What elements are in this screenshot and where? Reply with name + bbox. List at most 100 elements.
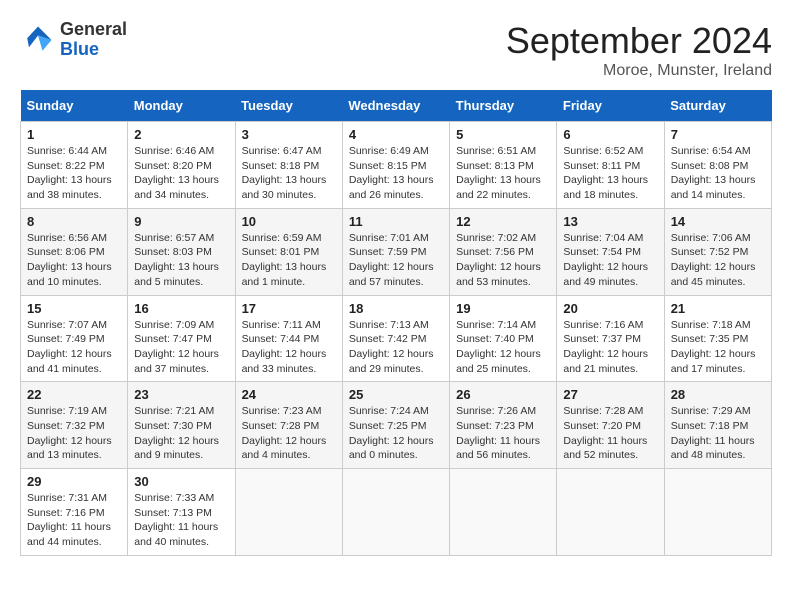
calendar-cell: 20 Sunrise: 7:16 AM Sunset: 7:37 PM Dayli… <box>557 295 664 382</box>
calendar-cell: 23 Sunrise: 7:21 AM Sunset: 7:30 PM Dayli… <box>128 382 235 469</box>
day-info: Sunrise: 7:04 AM Sunset: 7:54 PM Dayligh… <box>563 231 657 290</box>
page-header: General Blue September 2024 Moroe, Munst… <box>20 20 772 80</box>
day-info: Sunrise: 7:02 AM Sunset: 7:56 PM Dayligh… <box>456 231 550 290</box>
header-cell-sunday: Sunday <box>21 90 128 122</box>
day-info: Sunrise: 7:09 AM Sunset: 7:47 PM Dayligh… <box>134 318 228 377</box>
day-number: 27 <box>563 387 657 402</box>
calendar-cell: 22 Sunrise: 7:19 AM Sunset: 7:32 PM Dayli… <box>21 382 128 469</box>
calendar-cell: 1 Sunrise: 6:44 AM Sunset: 8:22 PM Daylig… <box>21 122 128 209</box>
day-info: Sunrise: 7:29 AM Sunset: 7:18 PM Dayligh… <box>671 404 765 463</box>
calendar-cell: 2Sunrise: 6:46 AM Sunset: 8:20 PM Daylig… <box>128 122 235 209</box>
day-info: Sunrise: 7:11 AM Sunset: 7:44 PM Dayligh… <box>242 318 336 377</box>
calendar-cell: 29Sunrise: 7:31 AM Sunset: 7:16 PM Dayli… <box>21 469 128 556</box>
calendar-cell: 10 Sunrise: 6:59 AM Sunset: 8:01 PM Dayli… <box>235 208 342 295</box>
calendar-body: 1 Sunrise: 6:44 AM Sunset: 8:22 PM Daylig… <box>21 122 772 556</box>
calendar-week-3: 15 Sunrise: 7:07 AM Sunset: 7:49 PM Dayli… <box>21 295 772 382</box>
day-info: Sunrise: 6:47 AM Sunset: 8:18 PM Dayligh… <box>242 144 336 203</box>
month-title: September 2024 <box>506 20 772 62</box>
day-info: Sunrise: 7:16 AM Sunset: 7:37 PM Dayligh… <box>563 318 657 377</box>
calendar-cell <box>664 469 771 556</box>
day-number: 25 <box>349 387 443 402</box>
calendar-cell: 6 Sunrise: 6:52 AM Sunset: 8:11 PM Daylig… <box>557 122 664 209</box>
header-cell-saturday: Saturday <box>664 90 771 122</box>
calendar-cell: 3 Sunrise: 6:47 AM Sunset: 8:18 PM Daylig… <box>235 122 342 209</box>
calendar-cell: 4Sunrise: 6:49 AM Sunset: 8:15 PM Daylig… <box>342 122 449 209</box>
day-info: Sunrise: 6:52 AM Sunset: 8:11 PM Dayligh… <box>563 144 657 203</box>
day-info: Sunrise: 7:14 AM Sunset: 7:40 PM Dayligh… <box>456 318 550 377</box>
calendar-week-5: 29Sunrise: 7:31 AM Sunset: 7:16 PM Dayli… <box>21 469 772 556</box>
calendar-cell: 19 Sunrise: 7:14 AM Sunset: 7:40 PM Dayli… <box>450 295 557 382</box>
day-info: Sunrise: 6:44 AM Sunset: 8:22 PM Dayligh… <box>27 144 121 203</box>
day-info: Sunrise: 7:06 AM Sunset: 7:52 PM Dayligh… <box>671 231 765 290</box>
calendar-cell: 24Sunrise: 7:23 AM Sunset: 7:28 PM Dayli… <box>235 382 342 469</box>
header-cell-thursday: Thursday <box>450 90 557 122</box>
day-info: Sunrise: 7:24 AM Sunset: 7:25 PM Dayligh… <box>349 404 443 463</box>
day-info: Sunrise: 7:28 AM Sunset: 7:20 PM Dayligh… <box>563 404 657 463</box>
day-number: 28 <box>671 387 765 402</box>
calendar-cell: 11 Sunrise: 7:01 AM Sunset: 7:59 PM Dayli… <box>342 208 449 295</box>
day-info: Sunrise: 6:59 AM Sunset: 8:01 PM Dayligh… <box>242 231 336 290</box>
day-info: Sunrise: 6:49 AM Sunset: 8:15 PM Dayligh… <box>349 144 443 203</box>
logo: General Blue <box>20 20 127 60</box>
logo-text: General Blue <box>60 20 127 60</box>
day-number: 23 <box>134 387 228 402</box>
calendar-cell <box>342 469 449 556</box>
day-info: Sunrise: 7:21 AM Sunset: 7:30 PM Dayligh… <box>134 404 228 463</box>
calendar-cell <box>235 469 342 556</box>
calendar-cell: 8Sunrise: 6:56 AM Sunset: 8:06 PM Daylig… <box>21 208 128 295</box>
calendar-cell: 30Sunrise: 7:33 AM Sunset: 7:13 PM Dayli… <box>128 469 235 556</box>
day-number: 7 <box>671 127 765 142</box>
header-cell-friday: Friday <box>557 90 664 122</box>
day-number: 12 <box>456 214 550 229</box>
header-cell-tuesday: Tuesday <box>235 90 342 122</box>
day-info: Sunrise: 7:31 AM Sunset: 7:16 PM Dayligh… <box>27 491 121 550</box>
day-number: 21 <box>671 301 765 316</box>
calendar-cell: 17 Sunrise: 7:11 AM Sunset: 7:44 PM Dayli… <box>235 295 342 382</box>
calendar-cell: 9Sunrise: 6:57 AM Sunset: 8:03 PM Daylig… <box>128 208 235 295</box>
day-number: 30 <box>134 474 228 489</box>
day-number: 17 <box>242 301 336 316</box>
calendar-cell: 14 Sunrise: 7:06 AM Sunset: 7:52 PM Dayli… <box>664 208 771 295</box>
calendar-cell: 26 Sunrise: 7:26 AM Sunset: 7:23 PM Dayli… <box>450 382 557 469</box>
calendar-cell: 7 Sunrise: 6:54 AM Sunset: 8:08 PM Daylig… <box>664 122 771 209</box>
calendar-week-2: 8Sunrise: 6:56 AM Sunset: 8:06 PM Daylig… <box>21 208 772 295</box>
day-number: 2 <box>134 127 228 142</box>
day-number: 22 <box>27 387 121 402</box>
day-number: 14 <box>671 214 765 229</box>
day-info: Sunrise: 7:01 AM Sunset: 7:59 PM Dayligh… <box>349 231 443 290</box>
calendar-cell: 27 Sunrise: 7:28 AM Sunset: 7:20 PM Dayli… <box>557 382 664 469</box>
calendar-cell: 25 Sunrise: 7:24 AM Sunset: 7:25 PM Dayli… <box>342 382 449 469</box>
day-number: 19 <box>456 301 550 316</box>
day-info: Sunrise: 7:07 AM Sunset: 7:49 PM Dayligh… <box>27 318 121 377</box>
header-cell-wednesday: Wednesday <box>342 90 449 122</box>
day-number: 1 <box>27 127 121 142</box>
day-number: 10 <box>242 214 336 229</box>
day-number: 5 <box>456 127 550 142</box>
day-info: Sunrise: 7:26 AM Sunset: 7:23 PM Dayligh… <box>456 404 550 463</box>
calendar-table: SundayMondayTuesdayWednesdayThursdayFrid… <box>20 90 772 556</box>
day-number: 11 <box>349 214 443 229</box>
day-info: Sunrise: 7:13 AM Sunset: 7:42 PM Dayligh… <box>349 318 443 377</box>
calendar-header-row: SundayMondayTuesdayWednesdayThursdayFrid… <box>21 90 772 122</box>
day-number: 26 <box>456 387 550 402</box>
day-info: Sunrise: 7:18 AM Sunset: 7:35 PM Dayligh… <box>671 318 765 377</box>
calendar-week-4: 22 Sunrise: 7:19 AM Sunset: 7:32 PM Dayli… <box>21 382 772 469</box>
day-number: 3 <box>242 127 336 142</box>
day-number: 6 <box>563 127 657 142</box>
header-cell-monday: Monday <box>128 90 235 122</box>
day-info: Sunrise: 6:54 AM Sunset: 8:08 PM Dayligh… <box>671 144 765 203</box>
calendar-cell: 15 Sunrise: 7:07 AM Sunset: 7:49 PM Dayli… <box>21 295 128 382</box>
calendar-cell <box>557 469 664 556</box>
calendar-cell: 16Sunrise: 7:09 AM Sunset: 7:47 PM Dayli… <box>128 295 235 382</box>
calendar-week-1: 1 Sunrise: 6:44 AM Sunset: 8:22 PM Daylig… <box>21 122 772 209</box>
day-number: 20 <box>563 301 657 316</box>
day-info: Sunrise: 6:51 AM Sunset: 8:13 PM Dayligh… <box>456 144 550 203</box>
day-info: Sunrise: 6:56 AM Sunset: 8:06 PM Dayligh… <box>27 231 121 290</box>
day-number: 9 <box>134 214 228 229</box>
title-section: September 2024 Moroe, Munster, Ireland <box>506 20 772 80</box>
day-info: Sunrise: 7:19 AM Sunset: 7:32 PM Dayligh… <box>27 404 121 463</box>
day-number: 15 <box>27 301 121 316</box>
calendar-cell <box>450 469 557 556</box>
day-number: 13 <box>563 214 657 229</box>
calendar-cell: 28 Sunrise: 7:29 AM Sunset: 7:18 PM Dayli… <box>664 382 771 469</box>
